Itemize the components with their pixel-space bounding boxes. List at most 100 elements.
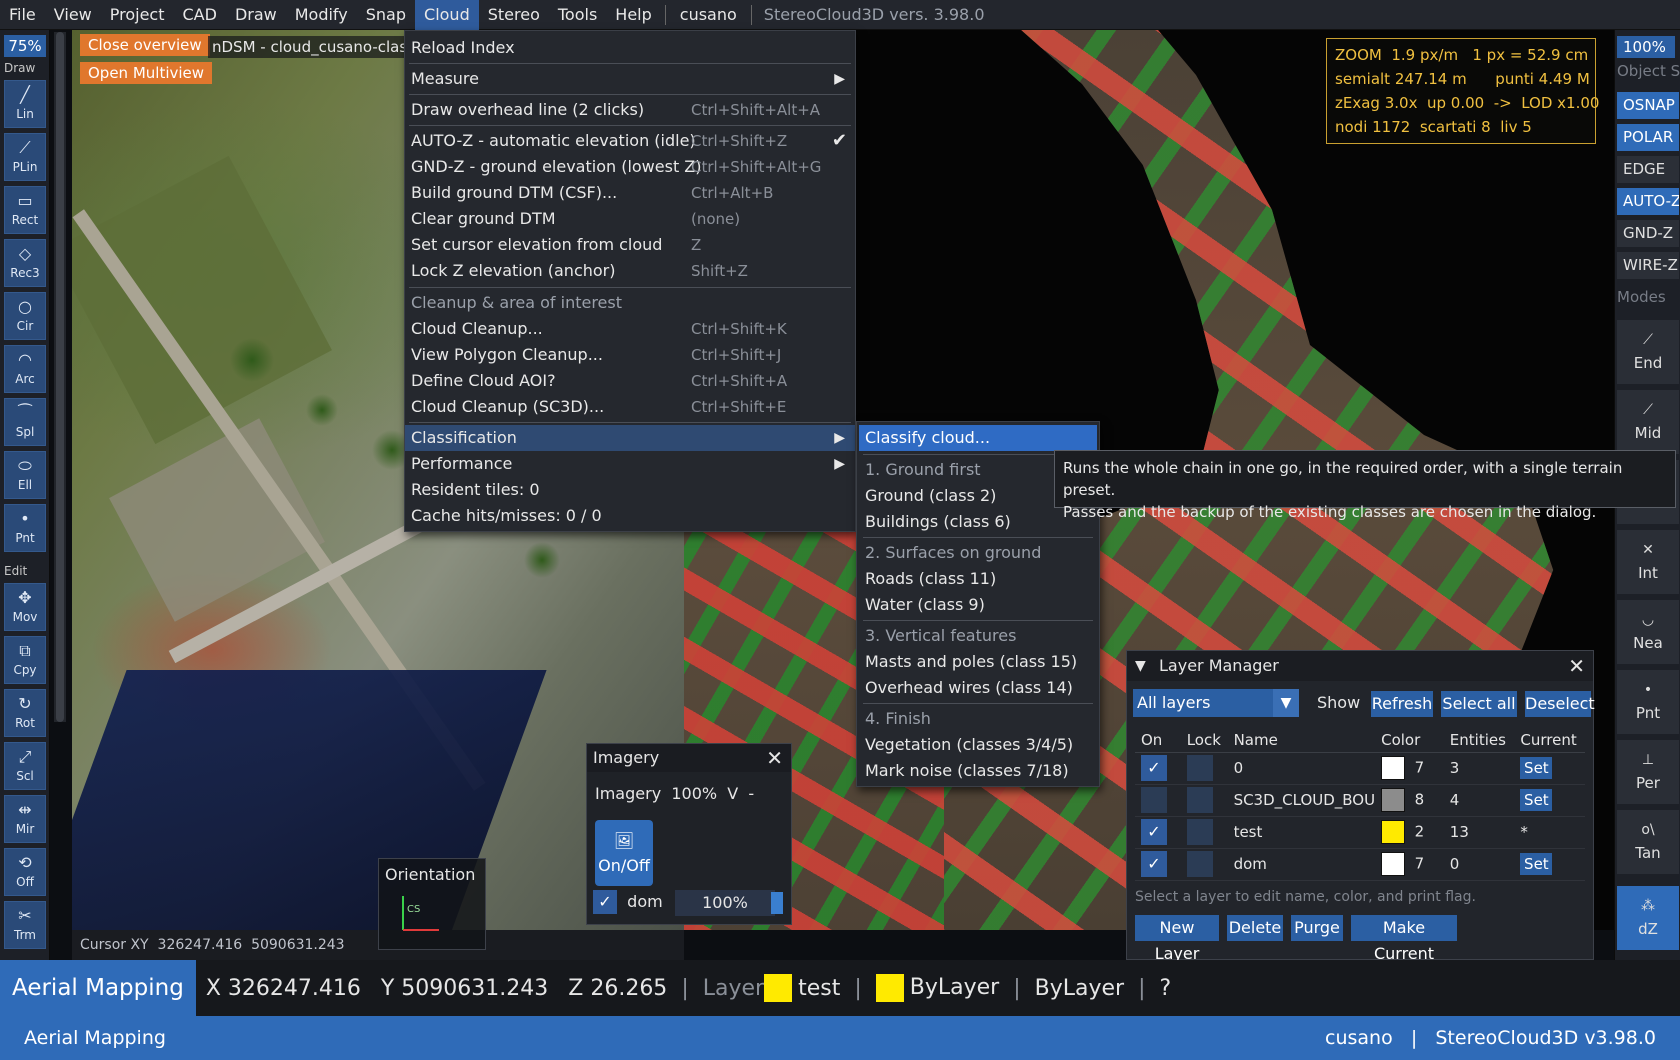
snap-node-button[interactable]: • Pnt [1617,670,1679,734]
color-swatch[interactable] [1381,852,1406,876]
purge-button[interactable]: Purge [1291,915,1343,941]
select-all-button[interactable]: Select all [1441,691,1517,717]
menu-item-classification[interactable]: Classification ▶ [405,425,855,451]
menu-help[interactable]: Help [606,0,660,30]
imagery-opacity[interactable]: 100% [671,784,717,803]
menu-item-measure[interactable]: Measure ▶ [405,66,855,92]
submenu-item-wires[interactable]: Overhead wires (class 14) [859,675,1097,701]
layer-row[interactable]: SC3D_CLOUD_BOU 8 4 Set [1135,784,1585,817]
menu-item-reload-index[interactable]: Reload Index [405,35,855,61]
tool-rotate-button[interactable]: ↻ Rot [4,689,46,737]
snap-tan-button[interactable]: o\ Tan [1617,810,1679,874]
tool-circle-button[interactable]: ○ Cir [4,292,46,340]
menu-file[interactable]: File [0,0,45,30]
delete-layer-button[interactable]: Delete [1227,915,1283,941]
submenu-item-classify-cloud[interactable]: Classify cloud... [859,425,1097,451]
imagery-v-button[interactable]: V [727,784,738,803]
menu-item-set-cursor-elev[interactable]: Set cursor elevation from cloud Z [405,232,855,258]
menu-item-cleanup-sc3d[interactable]: Cloud Cleanup (SC3D)... Ctrl+Shift+E [405,394,855,420]
menu-item-performance[interactable]: Performance ▶ [405,451,855,477]
tool-point-button[interactable]: • Pnt [4,504,46,552]
imagery-onoff-button[interactable]: 🖼 On/Off [595,820,653,886]
color-swatch[interactable] [1381,788,1406,812]
tool-offset-button[interactable]: ⟲ Off [4,848,46,896]
layer-name[interactable]: 0 [1227,752,1376,785]
checkmark-icon[interactable]: ✓ [1141,851,1167,877]
submenu-item-masts[interactable]: Masts and poles (class 15) [859,649,1097,675]
tool-move-button[interactable]: ✥ Mov [4,583,46,631]
tool-arc-button[interactable]: ◠ Arc [4,345,46,393]
submenu-item-buildings[interactable]: Buildings (class 6) [859,509,1097,535]
menu-project[interactable]: Project [101,0,174,30]
snap-nearest-button[interactable]: ◡ Nea [1617,600,1679,664]
menu-item-define-aoi[interactable]: Define Cloud AOI? Ctrl+Shift+A [405,368,855,394]
snap-end-button[interactable]: ⟋ End [1617,320,1679,384]
status-color[interactable]: ByLayer [866,974,1009,1002]
submenu-item-vegetation[interactable]: Vegetation (classes 3/4/5) [859,732,1097,758]
snap-int-button[interactable]: ✕ Int [1617,530,1679,594]
open-multiview-button[interactable]: Open Multiview [80,62,213,84]
tool-scale-button[interactable]: ⤢ Scl [4,742,46,790]
polar-toggle[interactable]: POLAR [1617,124,1679,151]
close-icon[interactable]: ✕ [1568,651,1585,681]
menu-item-cloud-cleanup[interactable]: Cloud Cleanup... Ctrl+Shift+K [405,316,855,342]
tool-ellipse-button[interactable]: ⬭ Ell [4,451,46,499]
menu-tools[interactable]: Tools [549,0,606,30]
status-linetype[interactable]: ByLayer [1025,976,1134,1001]
snap-dz-button[interactable]: ⁂ dZ [1617,886,1679,950]
on-checkbox[interactable] [1141,787,1167,813]
menu-item-view-polygon-cleanup[interactable]: View Polygon Cleanup... Ctrl+Shift+J [405,342,855,368]
make-current-button[interactable]: Make Current [1351,915,1457,963]
lock-checkbox[interactable] [1186,755,1213,781]
submenu-item-roads[interactable]: Roads (class 11) [859,566,1097,592]
menu-item-overhead-line[interactable]: Draw overhead line (2 clicks) Ctrl+Shift+… [405,97,855,123]
layer-filter-select[interactable]: All layers ▼ [1133,689,1299,717]
layer-row[interactable]: ✓ dom 7 0 Set [1135,848,1585,881]
color-swatch[interactable] [1381,756,1406,780]
color-swatch[interactable] [1381,820,1406,844]
edge-toggle[interactable]: EDGE [1617,156,1679,183]
scrollbar-thumb[interactable] [56,32,64,722]
right-zoom-badge[interactable]: 100% [1617,36,1675,58]
lock-checkbox[interactable] [1186,787,1213,813]
layer-row[interactable]: ✓ test 2 13 * [1135,816,1585,849]
lock-checkbox[interactable] [1186,819,1213,845]
tool-copy-button[interactable]: ⧉ Cpy [4,636,46,684]
tool-mirror-button[interactable]: ⇹ Mir [4,795,46,843]
tool-polyline-button[interactable]: ⟋ PLin [4,133,46,181]
checkmark-icon[interactable]: ✓ [1141,819,1167,845]
menu-item-autoz[interactable]: AUTO-Z - automatic elevation (idle) Ctrl+… [405,128,855,154]
menu-cloud[interactable]: Cloud [415,0,479,30]
autoz-toggle[interactable]: AUTO-Z [1617,188,1679,215]
menu-item-clear-dtm[interactable]: Clear ground DTM (none) [405,206,855,232]
left-zoom-badge[interactable]: 75% [4,35,46,57]
snap-perp-button[interactable]: ⊥ Per [1617,740,1679,804]
layer-row[interactable]: ✓ 0 7 3 Set [1135,752,1585,785]
lock-checkbox[interactable] [1186,851,1213,877]
set-current-button[interactable]: Set [1520,853,1553,875]
submenu-item-water[interactable]: Water (class 9) [859,592,1097,618]
menu-view[interactable]: View [45,0,101,30]
osnap-toggle[interactable]: OSNAP [1617,92,1679,119]
mode-label[interactable]: Aerial Mapping [0,960,196,1016]
set-current-button[interactable]: Set [1520,789,1553,811]
deselect-button[interactable]: Deselect [1525,691,1595,717]
menu-modify[interactable]: Modify [286,0,357,30]
set-current-button[interactable]: Set [1520,757,1553,779]
left-scrollbar[interactable] [54,32,66,722]
status-help[interactable]: ? [1150,976,1182,1001]
close-overview-button[interactable]: Close overview [80,34,210,56]
status-layer-name[interactable]: test [798,976,850,1001]
wirez-toggle[interactable]: WIRE-Z [1617,252,1679,279]
menu-draw[interactable]: Draw [226,0,286,30]
gndz-toggle[interactable]: GND-Z [1617,220,1679,247]
imagery-minus-button[interactable]: - [748,784,754,803]
imagery-opacity-bar[interactable] [771,892,783,914]
collapse-triangle-icon[interactable]: ▼ [1135,651,1146,681]
layer-name[interactable]: SC3D_CLOUD_BOU [1227,784,1376,817]
new-layer-button[interactable]: New Layer [1135,915,1219,963]
layer-name[interactable]: test [1227,816,1376,849]
refresh-button[interactable]: Refresh [1371,691,1433,717]
tool-rec3-button[interactable]: ◇ Rec3 [4,239,46,287]
tool-rect-button[interactable]: ▭ Rect [4,186,46,234]
